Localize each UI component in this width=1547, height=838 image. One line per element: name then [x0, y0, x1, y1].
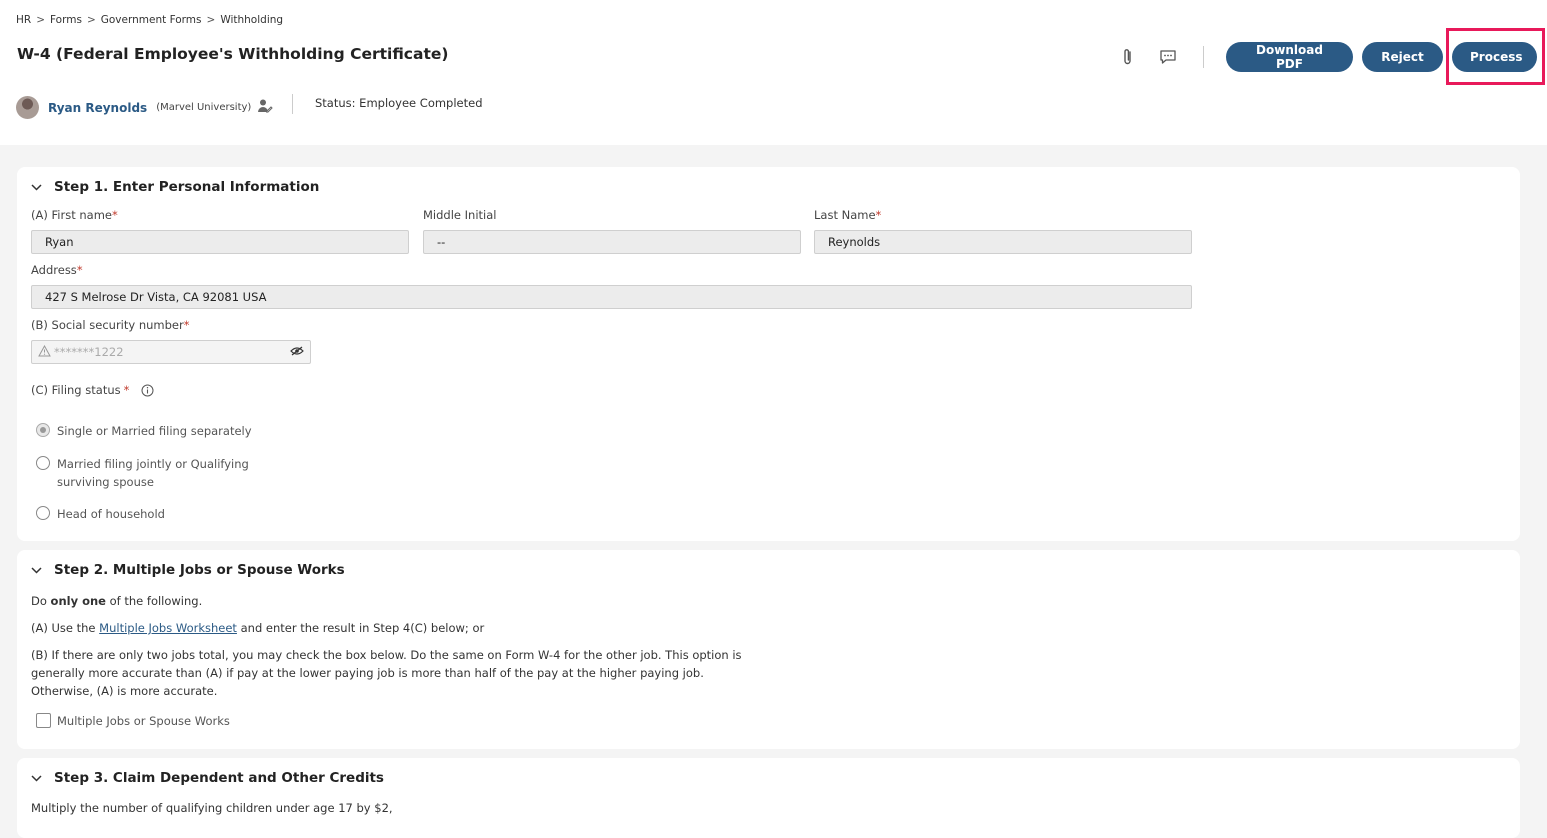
breadcrumb-hr[interactable]: HR — [16, 14, 31, 26]
radio-button[interactable] — [36, 456, 50, 470]
first-name-label: (A) First name* — [31, 208, 118, 222]
breadcrumb-separator: > — [206, 14, 216, 26]
filing-option-label-line1: Married filing jointly or Qualifying — [57, 457, 249, 471]
ssn-value: *******1222 — [54, 345, 124, 359]
last-name-label: Last Name* — [814, 208, 881, 222]
middle-initial-label: Middle Initial — [423, 208, 497, 222]
avatar — [16, 96, 39, 119]
option-b-line: (B) If there are only two jobs total, yo… — [31, 648, 742, 662]
required-mark: * — [183, 318, 190, 332]
step3-card: Step 3. Claim Dependent and Other Credit… — [17, 758, 1520, 838]
page-title: W-4 (Federal Employee's Withholding Cert… — [17, 45, 449, 63]
option-a-prefix: (A) Use the — [31, 621, 100, 635]
option-a-suffix: and enter the result in Step 4(C) below;… — [236, 621, 485, 635]
breadcrumb-forms[interactable]: Forms — [50, 14, 82, 26]
step2-title: Step 2. Multiple Jobs or Spouse Works — [54, 562, 345, 578]
required-mark: * — [875, 208, 882, 222]
filing-option-label-line2: surviving spouse — [57, 475, 154, 489]
radio-button[interactable] — [36, 423, 50, 437]
step3-instruction: Multiply the number of qualifying childr… — [31, 801, 393, 815]
option-b-line: generally more accurate than (A) if pay … — [31, 666, 704, 680]
breadcrumb-government-forms[interactable]: Government Forms — [101, 14, 202, 26]
user-info: Ryan Reynolds (Marvel University) Status… — [16, 94, 483, 119]
toolbar-divider — [1203, 46, 1204, 68]
breadcrumb-separator: > — [86, 14, 96, 26]
first-name-label-text: (A) First name — [31, 208, 112, 222]
first-name-field[interactable]: Ryan — [31, 230, 409, 254]
step2-option-b: (B) If there are only two jobs total, yo… — [31, 646, 742, 700]
instruction-prefix: Do — [31, 594, 51, 608]
step2-instruction: Do only one of the following. — [31, 592, 202, 610]
instruction-suffix: of the following. — [105, 594, 203, 608]
user-name-link[interactable]: Ryan Reynolds — [48, 101, 147, 115]
instruction-bold: only one — [50, 594, 106, 608]
middle-initial-field[interactable]: -- — [423, 230, 801, 254]
step1-header[interactable]: Step 1. Enter Personal Information — [31, 179, 319, 195]
reject-button[interactable]: Reject — [1362, 42, 1443, 72]
step3-header[interactable]: Step 3. Claim Dependent and Other Credit… — [31, 770, 384, 786]
eye-slash-icon[interactable] — [290, 345, 304, 359]
option-b-line: Otherwise, (A) is more accurate. — [31, 684, 218, 698]
chevron-down-icon — [31, 183, 45, 191]
page-header: HR > Forms > Government Forms > Withhold… — [0, 0, 1547, 145]
ssn-field[interactable]: *******1222 — [31, 340, 311, 364]
filing-option-label: Single or Married filing separately — [57, 424, 252, 438]
multiple-jobs-checkbox[interactable] — [36, 713, 51, 728]
chevron-down-icon — [31, 774, 45, 782]
radio-button[interactable] — [36, 506, 50, 520]
breadcrumb: HR > Forms > Government Forms > Withhold… — [16, 14, 283, 26]
user-org: (Marvel University) — [156, 102, 252, 113]
filing-option-married-jointly[interactable]: Married filing jointly or Qualifying surv… — [36, 455, 249, 491]
breadcrumb-withholding: Withholding — [220, 14, 284, 26]
paperclip-icon[interactable] — [1113, 42, 1143, 72]
multiple-jobs-checkbox-row[interactable]: Multiple Jobs or Spouse Works — [36, 713, 230, 728]
status-divider — [292, 94, 293, 114]
toolbar: Download PDF Reject Process — [1113, 42, 1537, 72]
step3-title: Step 3. Claim Dependent and Other Credit… — [54, 770, 384, 786]
required-mark: * — [76, 263, 83, 277]
multiple-jobs-checkbox-label: Multiple Jobs or Spouse Works — [57, 713, 230, 728]
step1-card: Step 1. Enter Personal Information (A) F… — [17, 167, 1520, 541]
filing-option-head-of-household[interactable]: Head of household — [36, 505, 165, 523]
info-icon[interactable] — [141, 384, 154, 397]
multiple-jobs-worksheet-link[interactable]: Multiple Jobs Worksheet — [99, 621, 237, 635]
process-button[interactable]: Process — [1452, 42, 1537, 72]
address-label-text: Address — [31, 263, 77, 277]
step1-title: Step 1. Enter Personal Information — [54, 179, 320, 195]
last-name-label-text: Last Name — [814, 208, 876, 222]
required-mark: * — [123, 383, 130, 397]
step2-option-a: (A) Use the Multiple Jobs Worksheet and … — [31, 619, 484, 637]
filing-option-label: Head of household — [57, 507, 165, 521]
address-label: Address* — [31, 263, 83, 277]
filing-status-label-text: (C) Filing status — [31, 383, 121, 397]
user-edit-icon[interactable] — [257, 98, 274, 117]
chevron-down-icon — [31, 566, 45, 574]
filing-option-single[interactable]: Single or Married filing separately — [36, 422, 252, 440]
ssn-label-text: (B) Social security number — [31, 318, 184, 332]
ssn-label: (B) Social security number* — [31, 318, 189, 332]
status-text: Status: Employee Completed — [315, 96, 483, 110]
filing-status-label: (C) Filing status * — [31, 383, 154, 397]
download-pdf-button[interactable]: Download PDF — [1226, 42, 1353, 72]
filing-option-label: Married filing jointly or Qualifying surv… — [57, 455, 249, 491]
step2-card: Step 2. Multiple Jobs or Spouse Works Do… — [17, 550, 1520, 749]
step2-header[interactable]: Step 2. Multiple Jobs or Spouse Works — [31, 562, 345, 578]
warning-icon — [38, 344, 51, 360]
required-mark: * — [111, 208, 118, 222]
comment-icon[interactable] — [1153, 42, 1183, 72]
breadcrumb-separator: > — [36, 14, 46, 26]
last-name-field[interactable]: Reynolds — [814, 230, 1192, 254]
address-field[interactable]: 427 S Melrose Dr Vista, CA 92081 USA — [31, 285, 1192, 309]
